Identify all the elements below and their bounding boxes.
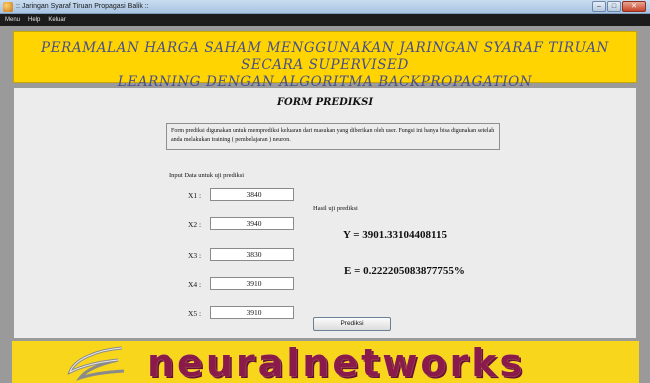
x3-input[interactable] [210,248,294,261]
x1-input[interactable] [210,188,294,201]
form-description: Form prediksi digunakan untuk memprediks… [166,123,500,150]
x2-label: X2 : [188,220,202,229]
close-button[interactable]: ✕ [622,1,646,12]
x3-label: X3 : [188,251,202,260]
x5-input[interactable] [210,306,294,319]
x4-input[interactable] [210,277,294,290]
x5-label: X5 : [188,309,202,318]
swoosh-logo-icon [67,346,125,381]
menu-item-menu[interactable]: Menu [5,14,20,26]
predict-button[interactable]: Prediksi [313,317,391,331]
window-title: :: Jaringan Syaraf Tiruan Propagasi Bali… [16,3,149,10]
app-icon [3,2,13,12]
menu-item-help[interactable]: Help [28,14,40,26]
window-controls: – □ ✕ [592,1,646,12]
window-titlebar: :: Jaringan Syaraf Tiruan Propagasi Bali… [0,0,650,14]
input-heading: Input Data untuk uji prediksi [169,172,245,179]
menu-item-keluar[interactable]: Keluar [48,14,65,26]
prediction-form-panel: FORM PREDIKSI Form prediksi digunakan un… [14,88,636,338]
minimize-button[interactable]: – [592,1,606,12]
menu-bar: Menu Help Keluar [0,14,650,26]
result-label: Hasil uji prediksi [313,205,358,212]
x4-label: X4 : [188,280,202,289]
result-y-value: Y = 3901.33104408115 [343,229,447,241]
form-title: FORM PREDIKSI [276,97,374,108]
maximize-button[interactable]: □ [607,1,621,12]
x2-input[interactable] [210,217,294,230]
x1-label: X1 : [188,191,202,200]
footer-banner: neuralnetworks [12,341,639,383]
footer-brand-text: neuralnetworks [147,341,526,383]
header-title-line-1: PERAMALAN HARGA SAHAM MENGGUNAKAN JARING… [41,40,609,73]
result-e-value: E = 0.222205083877755% [344,265,465,277]
header-banner: PERAMALAN HARGA SAHAM MENGGUNAKAN JARING… [13,31,637,90]
